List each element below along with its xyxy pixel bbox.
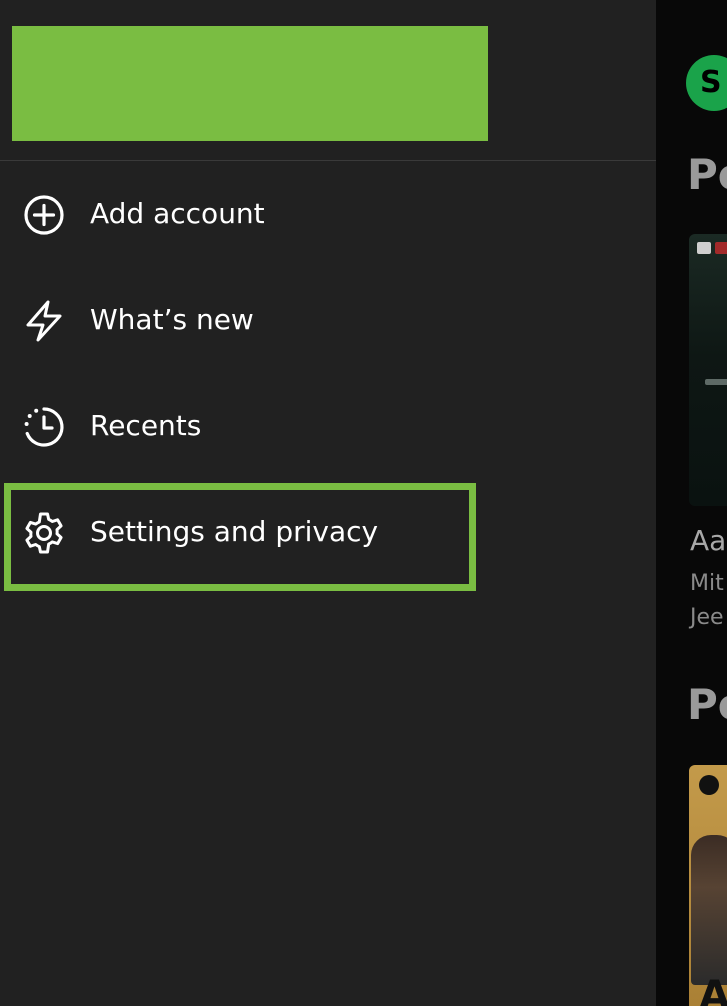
cover-text-line [705, 379, 727, 385]
gear-icon [21, 510, 67, 556]
recents-clock-icon [21, 404, 67, 450]
screen: S Po Aa Mit Jee Po A A [0, 0, 727, 1006]
section-heading: Po [687, 150, 727, 199]
menu-item-recents[interactable]: Recents [0, 377, 656, 477]
card-title[interactable]: Aa [690, 524, 726, 557]
cover-person-image [691, 835, 727, 985]
profile-avatar[interactable]: S [686, 55, 727, 111]
side-drawer: Add account What’s new Recents Settings … [0, 0, 656, 1006]
profile-header-redacted[interactable] [12, 26, 488, 141]
section-heading: Po [687, 680, 727, 729]
card-subtitle: Jee [690, 605, 724, 630]
divider [0, 160, 656, 161]
background-app: S Po Aa Mit Jee Po A [655, 0, 727, 1006]
menu-item-label: Recents [90, 409, 202, 442]
menu-item-label: What’s new [90, 303, 254, 336]
card-subtitle: Mit [690, 571, 724, 596]
spotify-logo-icon [699, 775, 719, 795]
menu-item-label: Settings and privacy [90, 515, 379, 548]
lightning-icon [21, 298, 67, 344]
cover-flag-icon [697, 242, 711, 254]
cover-letter: A [699, 973, 727, 1006]
content-card-cover[interactable] [689, 234, 727, 506]
content-card-cover[interactable]: A [689, 765, 727, 1006]
menu-item-add-account[interactable]: Add account [0, 165, 656, 265]
cover-badge-icon [715, 242, 727, 254]
menu-item-whats-new[interactable]: What’s new [0, 271, 656, 371]
menu-item-settings-and-privacy[interactable]: Settings and privacy [0, 483, 656, 583]
add-circle-icon [21, 192, 67, 238]
menu-item-label: Add account [90, 197, 265, 230]
